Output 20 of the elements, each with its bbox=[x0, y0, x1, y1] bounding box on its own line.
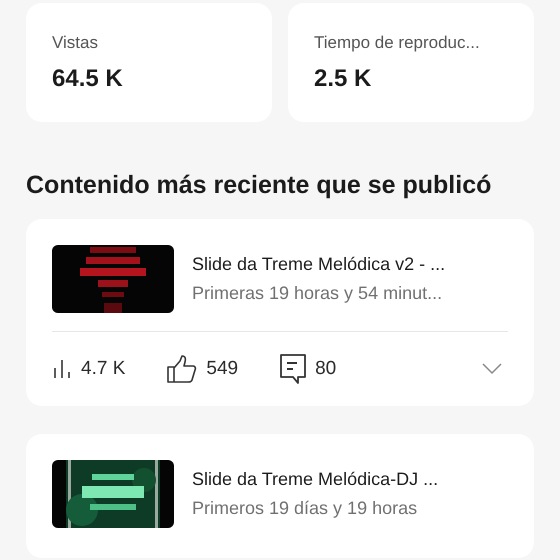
metric-label: Vistas bbox=[52, 33, 99, 53]
views-count: 4.7 K bbox=[81, 358, 126, 380]
metric-value: 64.5 K bbox=[52, 65, 124, 93]
thumbs-up-icon[interactable] bbox=[167, 355, 198, 383]
video-card[interactable]: Slide da Treme Melódica v2 - ... Primeras 19 horas y 54 minut... 4.7 K 549 80 bbox=[26, 219, 534, 406]
metric-card[interactable]: Tiempo de reproduc... 2.5 K bbox=[288, 3, 534, 122]
section-title: Contenido más reciente que se publicó bbox=[26, 170, 492, 201]
video-subtitle: Primeras 19 horas y 54 minut... bbox=[192, 283, 444, 304]
bar-chart-icon bbox=[52, 359, 72, 379]
video-card[interactable]: Slide da Treme Melódica-DJ ... Primeros 19 días y 19 horas bbox=[26, 434, 534, 558]
video-title: Slide da Treme Melódica-DJ ... bbox=[192, 469, 438, 490]
video-title: Slide da Treme Melódica v2 - ... bbox=[192, 254, 446, 275]
metric-card[interactable]: Vistas 64.5 K bbox=[26, 3, 272, 122]
comment-icon[interactable] bbox=[280, 354, 306, 384]
video-subtitle: Primeros 19 días y 19 horas bbox=[192, 498, 418, 519]
comments-count: 80 bbox=[315, 358, 336, 380]
likes-count: 549 bbox=[206, 358, 238, 380]
metric-label: Tiempo de reproduc... bbox=[314, 33, 481, 53]
metric-value: 2.5 K bbox=[314, 65, 372, 93]
chevron-icon[interactable] bbox=[482, 363, 502, 375]
